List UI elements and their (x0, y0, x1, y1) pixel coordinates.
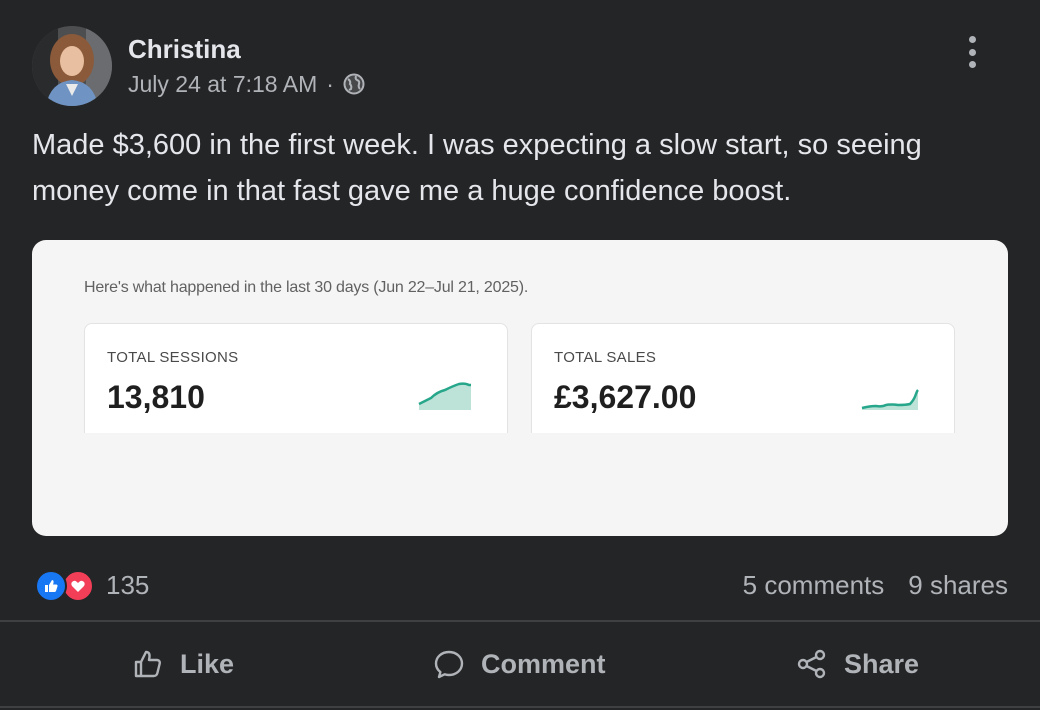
comment-button[interactable]: Comment (433, 622, 606, 706)
sales-sparkline (861, 389, 919, 410)
meta-separator: · (326, 70, 334, 97)
globe-icon (343, 73, 365, 95)
post: Christina July 24 at 7:18 AM · Made $3,6… (0, 0, 1040, 710)
comment-bubble-icon (434, 650, 464, 679)
shares-count-link[interactable]: 9 shares (908, 570, 1008, 601)
metric-label: TOTAL SESSIONS (107, 349, 239, 366)
metric-label: TOTAL SALES (554, 349, 657, 366)
like-button[interactable]: Like (132, 622, 234, 706)
sessions-sparkline (418, 382, 471, 410)
author-avatar[interactable] (32, 26, 112, 106)
attached-screenshot[interactable]: Here's what happened in the last 30 days… (32, 240, 1008, 536)
reaction-count[interactable]: 135 (106, 570, 149, 601)
comment-share-counts: 5 comments 9 shares (743, 570, 1008, 601)
more-dot-icon (968, 48, 976, 56)
metric-value: £3,627.00 (554, 379, 697, 415)
metric-card-sessions[interactable]: TOTAL SESSIONS 13,810 (84, 323, 508, 433)
post-timestamp[interactable]: July 24 at 7:18 AM (128, 71, 317, 98)
divider (0, 706, 1040, 708)
comment-label: Comment (481, 648, 606, 679)
like-icon (35, 570, 67, 602)
engagement-stats: 135 5 comments 9 shares (32, 566, 1008, 606)
share-label: Share (844, 648, 920, 679)
thumbs-up-icon (134, 650, 161, 678)
comments-count-link[interactable]: 5 comments (743, 570, 885, 601)
share-button[interactable]: Share (796, 622, 919, 706)
metric-card-sales[interactable]: TOTAL SALES £3,627.00 (531, 323, 955, 433)
like-label: Like (180, 648, 235, 679)
reaction-summary[interactable] (35, 570, 95, 602)
post-meta: July 24 at 7:18 AM · (128, 71, 365, 97)
metric-value: 13,810 (107, 379, 205, 415)
more-dot-icon (968, 61, 976, 68)
post-actions: Like Comment Share (0, 622, 1040, 706)
more-dot-icon (968, 36, 976, 43)
screenshot-caption: Here's what happened in the last 30 days… (84, 279, 529, 296)
author-name[interactable]: Christina (128, 34, 241, 65)
share-icon (797, 649, 826, 679)
more-options-button[interactable] (956, 32, 988, 72)
post-text: Made $3,600 in the first week. I was exp… (32, 129, 922, 207)
